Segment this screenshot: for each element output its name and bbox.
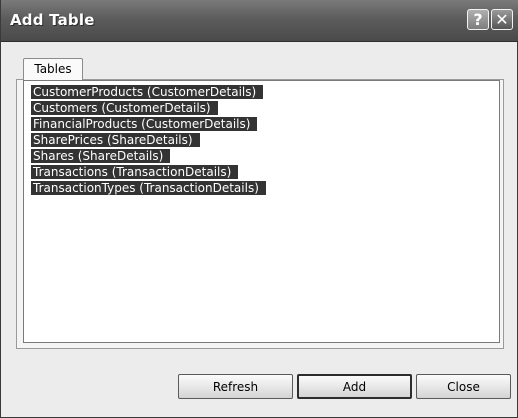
title-bar[interactable]: Add Table ? ✕ — [1, 0, 518, 42]
list-item-label: Shares (ShareDetails) — [31, 149, 171, 163]
list-item[interactable]: SharePrices (ShareDetails) — [31, 132, 499, 148]
list-item[interactable]: Transactions (TransactionDetails) — [31, 164, 499, 180]
list-item[interactable]: Shares (ShareDetails) — [31, 148, 499, 164]
tables-list[interactable]: CustomerProducts (CustomerDetails) Custo… — [23, 80, 500, 343]
add-table-dialog: Add Table ? ✕ Tables CustomerProducts (C… — [0, 0, 518, 418]
list-item-label: Transactions (TransactionDetails) — [31, 165, 239, 179]
dialog-title: Add Table — [10, 11, 95, 29]
list-item[interactable]: TransactionTypes (TransactionDetails) — [31, 180, 499, 196]
close-icon: ✕ — [495, 10, 509, 29]
list-item-label: CustomerProducts (CustomerDetails) — [31, 85, 264, 99]
close-button[interactable]: Close — [416, 374, 511, 399]
refresh-button[interactable]: Refresh — [178, 374, 293, 399]
help-icon: ? — [473, 10, 483, 29]
list-item-label: SharePrices (ShareDetails) — [31, 133, 200, 147]
close-window-button[interactable]: ✕ — [491, 9, 513, 30]
list-item[interactable]: FinancialProducts (CustomerDetails) — [31, 116, 499, 132]
list-item-label: FinancialProducts (CustomerDetails) — [31, 117, 258, 131]
tab-tables[interactable]: Tables — [23, 58, 83, 80]
list-item[interactable]: CustomerProducts (CustomerDetails) — [31, 84, 499, 100]
list-item-label: Customers (CustomerDetails) — [31, 101, 218, 115]
help-button[interactable]: ? — [467, 9, 489, 30]
list-item-label: TransactionTypes (TransactionDetails) — [31, 181, 266, 195]
list-item[interactable]: Customers (CustomerDetails) — [31, 100, 499, 116]
add-button[interactable]: Add — [297, 374, 412, 399]
